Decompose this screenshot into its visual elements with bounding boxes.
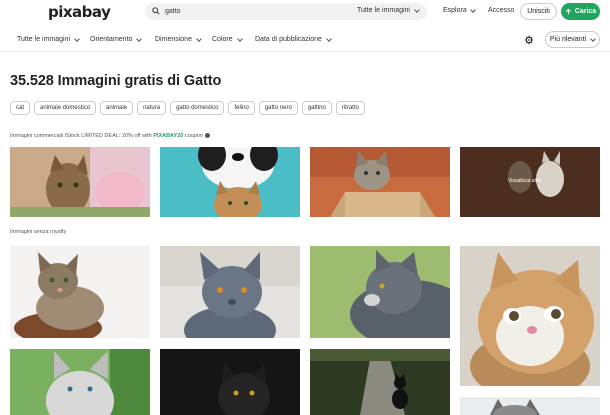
filter-size[interactable]: Dimensione xyxy=(155,35,202,43)
pixabay-logo[interactable]: pixabay xyxy=(48,3,111,21)
search-icon xyxy=(152,7,160,15)
photo-grey-cat[interactable] xyxy=(160,246,300,338)
photo-white-tabby[interactable] xyxy=(10,349,150,415)
search-type-label: Tutte le immagini xyxy=(356,7,410,14)
photo-black-cat-dark[interactable] xyxy=(160,349,300,415)
signup-button[interactable]: Unisciti xyxy=(520,3,557,20)
filter-label: Colore xyxy=(212,36,233,43)
filter-label: Data di pubblicazione xyxy=(255,36,322,43)
promo-text: Immagini commerciali iStock LIMITED DEAL… xyxy=(10,133,154,139)
search-bar[interactable]: Tutte le immagini xyxy=(145,3,427,20)
promo-banner: Immagini commerciali iStock LIMITED DEAL… xyxy=(10,133,211,139)
tag-chip[interactable]: animale xyxy=(100,101,134,115)
filter-label: Dimensione xyxy=(155,36,192,43)
upload-button[interactable]: Carica xyxy=(561,3,600,20)
info-icon[interactable] xyxy=(205,133,211,139)
explore-menu[interactable]: Esplora xyxy=(443,6,476,14)
tag-list: cat animale domestico animale natura gat… xyxy=(10,101,365,115)
explore-label: Esplora xyxy=(443,7,467,14)
promo-suffix: coupon xyxy=(183,133,203,139)
filter-date[interactable]: Data di pubblicazione xyxy=(255,35,332,43)
filter-label: Orientamento xyxy=(90,36,133,43)
search-type-dropdown[interactable]: Tutte le immagini xyxy=(356,6,420,14)
photo-tabby-cat[interactable] xyxy=(10,246,150,338)
sponsored-photo-2[interactable] xyxy=(160,147,300,217)
top-bar: pixabay Tutte le immagini Esplora Access… xyxy=(0,0,610,25)
sort-label: Più rilevanti xyxy=(549,36,587,43)
filter-orientation[interactable]: Orientamento xyxy=(90,35,143,43)
search-input[interactable] xyxy=(165,3,345,20)
filter-bar: Tutte le immagini Orientamento Dimension… xyxy=(0,30,610,52)
tag-chip[interactable]: felino xyxy=(228,101,255,115)
photo-cartoon-cat[interactable] xyxy=(460,246,600,386)
chevron-down-icon xyxy=(326,35,332,42)
tag-chip[interactable]: gatto domestico xyxy=(170,101,225,115)
tag-chip[interactable]: cat xyxy=(10,101,31,115)
chevron-down-icon xyxy=(236,35,243,42)
tag-chip[interactable]: natura xyxy=(137,101,167,115)
tag-chip[interactable]: gatto nero xyxy=(258,101,298,115)
sponsored-photo-1[interactable] xyxy=(10,147,150,217)
filter-color[interactable]: Colore xyxy=(212,35,243,43)
page-title: 35.528 Immagini gratis di Gatto xyxy=(10,73,222,89)
chevron-down-icon xyxy=(136,35,143,42)
upload-label: Carica xyxy=(574,8,597,15)
chevron-down-icon xyxy=(590,35,596,42)
sponsored-photo-4[interactable]: Visualizza altro xyxy=(460,147,600,217)
photo-black-cat-path[interactable] xyxy=(310,349,450,415)
chevron-down-icon xyxy=(469,6,476,13)
view-more-overlay[interactable]: Visualizza altro xyxy=(508,178,542,184)
gear-icon[interactable] xyxy=(524,35,534,45)
tag-chip[interactable]: animale domestico xyxy=(34,101,97,115)
tag-chip[interactable]: gattino xyxy=(301,101,332,115)
sponsored-photo-3[interactable] xyxy=(310,147,450,217)
chevron-down-icon xyxy=(414,6,420,13)
photo-next[interactable] xyxy=(460,397,600,415)
login-link[interactable]: Accesso xyxy=(488,7,514,14)
sort-dropdown[interactable]: Più rilevanti xyxy=(545,31,600,48)
upload-icon xyxy=(565,8,571,15)
filter-image-type[interactable]: Tutte le immagini xyxy=(17,35,80,43)
filter-label: Tutte le immagini xyxy=(17,36,71,43)
chevron-down-icon xyxy=(196,35,202,42)
photo-cat-profile[interactable] xyxy=(310,246,450,338)
chevron-down-icon xyxy=(74,35,80,42)
section-label: Immagini senza royalty xyxy=(10,229,67,235)
tag-chip[interactable]: ritratto xyxy=(335,101,365,115)
promo-code[interactable]: PIXABAY20 xyxy=(153,133,183,139)
